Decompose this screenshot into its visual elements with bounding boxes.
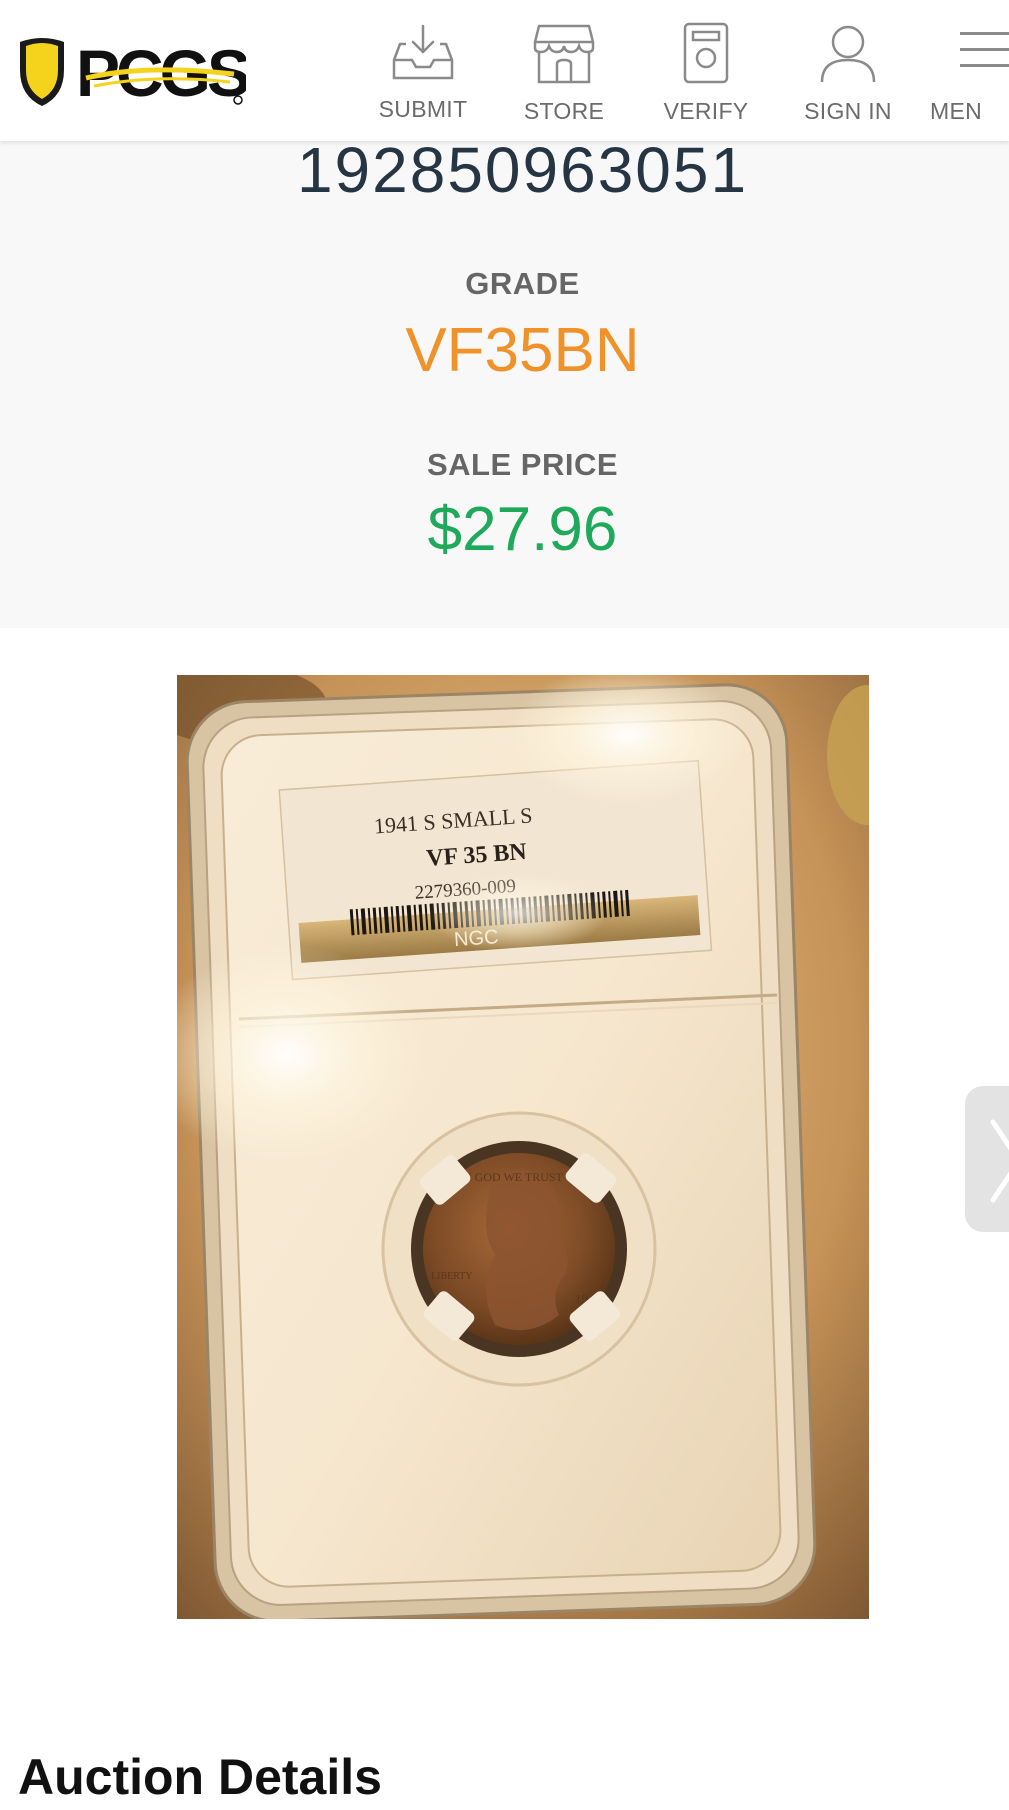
cert-number: 192850963051 bbox=[296, 134, 749, 206]
grade-label: GRADE bbox=[465, 266, 580, 301]
nav-sign-in[interactable]: SIGN IN bbox=[784, 22, 912, 125]
pcgs-logo-graphic: PCGS bbox=[20, 36, 253, 110]
sale-price-label: SALE PRICE bbox=[426, 447, 619, 482]
inbox-download-icon bbox=[392, 24, 454, 80]
verify-slab-icon bbox=[683, 22, 729, 84]
next-image-button[interactable] bbox=[965, 1086, 1009, 1232]
nav-submit[interactable]: SUBMIT bbox=[359, 22, 487, 123]
nav-verify-label: VERIFY bbox=[663, 98, 749, 124]
coin-liberty: LIBERTY bbox=[431, 1271, 473, 1282]
nav-store-label: STORE bbox=[523, 98, 605, 124]
nav-menu-label: MEN bbox=[930, 98, 983, 124]
slab-image: 1941 S SMALL S VF 35 BN 2279360-009 bbox=[177, 675, 869, 1619]
coin-motto: IN GOD WE TRUST bbox=[459, 1170, 564, 1184]
nav-sign-in-label: SIGN IN bbox=[804, 98, 892, 124]
nav-menu[interactable]: MEN bbox=[930, 22, 1009, 125]
hamburger-menu-icon bbox=[960, 32, 1009, 67]
nav-submit-label: SUBMIT bbox=[378, 96, 468, 122]
auction-details-heading: Auction Details bbox=[18, 1749, 382, 1805]
coin-photo[interactable]: 1941 S SMALL S VF 35 BN 2279360-009 bbox=[177, 675, 869, 1619]
chevron-right-icon bbox=[990, 1119, 1009, 1203]
site-header: PCGS SUBMIT STORE VERIFY SIGN IN MEN bbox=[0, 0, 1009, 141]
sale-price-value: $27.96 bbox=[427, 495, 618, 564]
user-icon bbox=[820, 25, 876, 83]
nav-store[interactable]: STORE bbox=[500, 22, 628, 125]
nav-verify[interactable]: VERIFY bbox=[642, 22, 770, 125]
grade-value: VF35BN bbox=[405, 316, 640, 385]
storefront-icon bbox=[533, 24, 595, 84]
pcgs-logo[interactable]: PCGS bbox=[16, 34, 253, 110]
